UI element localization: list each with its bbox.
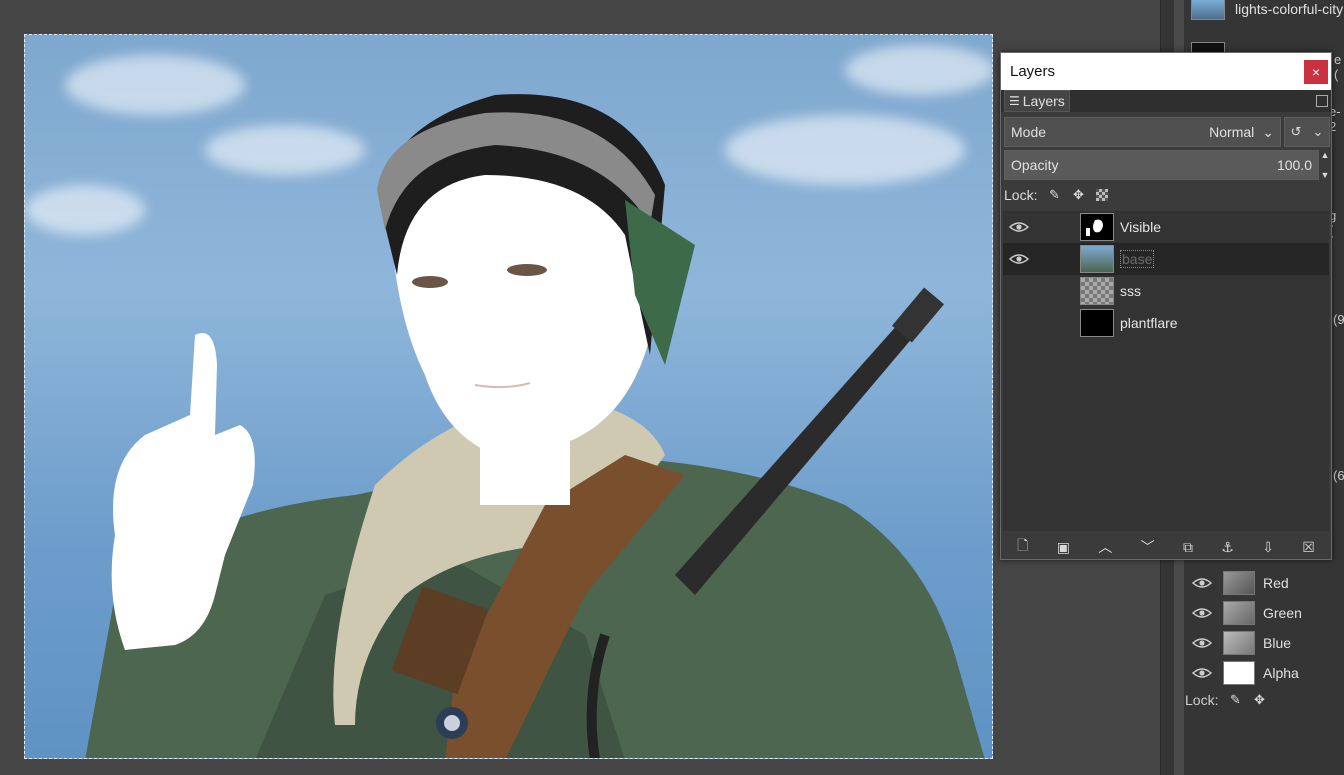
- chevron-down-icon: ⌄: [1262, 123, 1274, 140]
- mode-dropdown[interactable]: Mode Normal ⌄: [1004, 117, 1281, 147]
- mode-value: Normal: [1209, 124, 1255, 140]
- opacity-slider[interactable]: Opacity 100.0: [1004, 150, 1319, 180]
- lock-position-icon[interactable]: ✥: [1071, 187, 1085, 202]
- truncated-text: (9: [1333, 312, 1344, 327]
- truncated-text: (6: [1333, 468, 1344, 483]
- dock-tab-bar: ☰ Layers: [1001, 90, 1331, 112]
- window-title: Layers: [1010, 63, 1056, 80]
- duplicate-layer-icon[interactable]: ⧉: [1183, 539, 1193, 556]
- mode-label: Mode: [1011, 124, 1047, 140]
- mode-value-wrap: Normal ⌄: [1209, 124, 1274, 141]
- lock-label: Lock:: [1185, 692, 1219, 708]
- truncated-text: e (: [1334, 52, 1342, 82]
- channel-lock-row: Lock: ✎ ✥: [1185, 692, 1266, 708]
- spin-up-icon[interactable]: ▲: [1319, 150, 1331, 160]
- channel-thumbnail: [1223, 631, 1255, 655]
- visibility-eye-icon[interactable]: [1185, 637, 1219, 649]
- lock-pixels-icon[interactable]: ✎: [1047, 187, 1061, 202]
- tab-label: Layers: [1022, 93, 1065, 109]
- new-layer-group-icon[interactable]: ▣: [1057, 539, 1070, 556]
- channel-thumbnail: [1223, 571, 1255, 595]
- tab-layers[interactable]: ☰ Layers: [1004, 90, 1070, 112]
- lock-label: Lock:: [1004, 187, 1038, 203]
- layer-row-sss[interactable]: sss: [1003, 275, 1329, 307]
- layer-name[interactable]: plantflare: [1120, 315, 1178, 331]
- channel-row-red[interactable]: Red: [1185, 568, 1344, 598]
- layers-tab-icon: ☰: [1009, 94, 1020, 108]
- lower-layer-icon[interactable]: ﹀: [1141, 537, 1155, 557]
- channel-thumbnail: [1223, 601, 1255, 625]
- layer-name[interactable]: base: [1120, 250, 1155, 268]
- window-titlebar[interactable]: Layers ×: [1001, 53, 1331, 90]
- layer-row-plantflare[interactable]: plantflare: [1003, 307, 1329, 339]
- image-name: lights-colorful-city: [1235, 1, 1344, 17]
- layer-thumbnail: [1080, 309, 1114, 337]
- channel-thumbnail: [1223, 661, 1255, 685]
- canvas-workspace[interactable]: [0, 0, 1160, 775]
- visibility-eye-icon[interactable]: [1003, 253, 1035, 265]
- layer-row-base[interactable]: base: [1003, 243, 1329, 275]
- opacity-value: 100.0: [1276, 157, 1312, 173]
- layer-name[interactable]: Visible: [1120, 219, 1161, 235]
- visibility-eye-icon[interactable]: [1185, 607, 1219, 619]
- spin-down-icon[interactable]: ▼: [1319, 170, 1331, 180]
- new-layer-icon[interactable]: 🗋: [1017, 535, 1028, 559]
- layer-thumbnail: [1080, 277, 1114, 305]
- channel-row-green[interactable]: Green: [1185, 598, 1344, 628]
- portrait-figure: [85, 94, 985, 758]
- visibility-eye-icon[interactable]: [1185, 577, 1219, 589]
- layer-lock-row: Lock: ✎ ✥: [1004, 187, 1109, 203]
- lock-alpha-icon[interactable]: [1095, 188, 1109, 202]
- image-canvas[interactable]: [24, 34, 993, 759]
- layer-toolbar: 🗋 ▣ ︿ ﹀ ⧉ ⚓ ⇩ ☒: [1003, 535, 1329, 559]
- channel-label: Green: [1263, 605, 1302, 621]
- layer-thumbnail: [1080, 245, 1114, 273]
- layer-thumbnail: [1080, 213, 1114, 241]
- channel-row-blue[interactable]: Blue: [1185, 628, 1344, 658]
- image-list-item[interactable]: lights-colorful-city: [1191, 0, 1343, 22]
- close-icon[interactable]: ×: [1304, 59, 1328, 84]
- merge-layer-icon[interactable]: ⇩: [1262, 539, 1274, 556]
- reset-mode-icon: ↺: [1290, 124, 1302, 139]
- visibility-eye-icon[interactable]: [1185, 667, 1219, 679]
- layer-name[interactable]: sss: [1120, 283, 1141, 299]
- chevron-down-icon: ⌄: [1312, 124, 1324, 139]
- visibility-eye-icon[interactable]: [1003, 221, 1035, 233]
- layer-list[interactable]: Visible base sss plantflare: [1003, 211, 1329, 531]
- channel-label: Alpha: [1263, 665, 1299, 681]
- lock-pixels-icon[interactable]: ✎: [1228, 692, 1242, 707]
- opacity-label: Opacity: [1011, 157, 1059, 173]
- lock-position-icon[interactable]: ✥: [1252, 692, 1266, 707]
- raise-layer-icon[interactable]: ︿: [1098, 537, 1112, 557]
- opacity-spinner[interactable]: ▲ ▼: [1319, 150, 1331, 180]
- channel-label: Blue: [1263, 635, 1292, 651]
- image-thumbnail: [1191, 0, 1225, 20]
- layers-dialog: Layers × ☰ Layers Mode Normal ⌄ ↺ ⌄ Opac…: [1000, 52, 1332, 560]
- anchor-layer-icon[interactable]: ⚓: [1221, 539, 1234, 556]
- channel-label: Red: [1263, 575, 1289, 591]
- composite-mode-button[interactable]: ↺ ⌄: [1284, 117, 1330, 147]
- layer-row-visible[interactable]: Visible: [1003, 211, 1329, 243]
- delete-layer-icon[interactable]: ☒: [1302, 539, 1315, 556]
- channel-row-alpha[interactable]: Alpha: [1185, 658, 1344, 688]
- tab-menu-icon[interactable]: [1316, 95, 1328, 107]
